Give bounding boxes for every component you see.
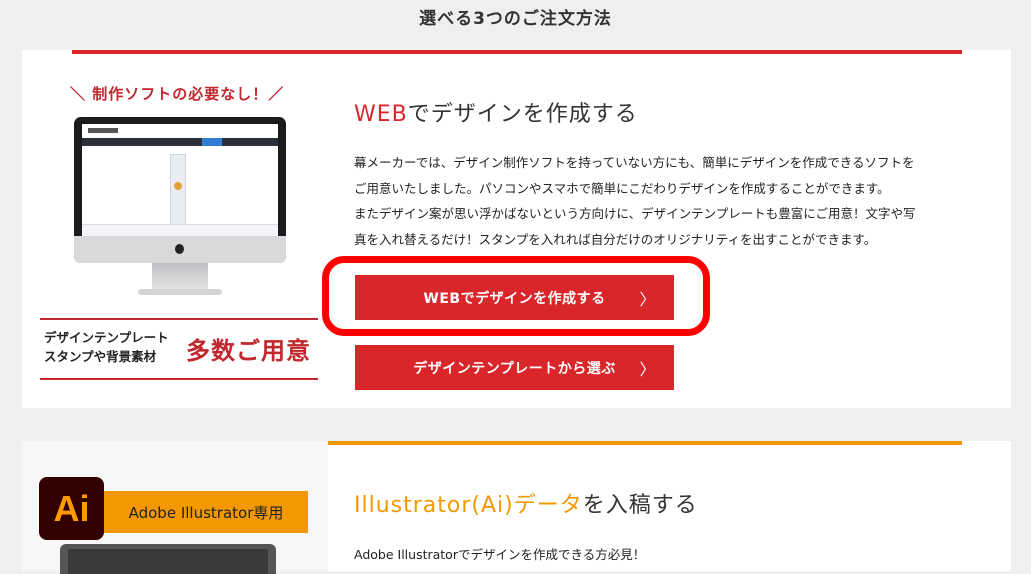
card-top-bar — [72, 50, 962, 54]
monitor-stand — [152, 263, 208, 291]
order-card-illustrator: Ai Adobe Illustrator専用 Illustrator(Ai)デー… — [22, 441, 1011, 574]
screen-banner-mock — [170, 154, 186, 230]
heading-rest: でデザインを作成する — [407, 102, 638, 127]
order-card-web: ＼ 制作ソフトの必要なし！／ デザインテンプレート スタンプや背景素材 多数ご用… — [22, 50, 1011, 408]
highlight-box — [322, 256, 710, 336]
template-promo: デザインテンプレート スタンプや背景素材 多数ご用意 — [40, 318, 318, 380]
illustrator-logo-icon: Ai — [39, 477, 104, 540]
promo-line-2: スタンプや背景素材 — [44, 349, 157, 364]
desc-line: 真を入れ替えるだけ！スタンプを入れれば自分だけのオリジナリティを出すことができま… — [354, 231, 877, 247]
screen-logo — [88, 128, 118, 133]
illustrator-label: Adobe Illustrator専用 — [104, 491, 308, 533]
monitor-illustration — [74, 117, 286, 297]
button-label: デザインテンプレートから選ぶ — [413, 360, 616, 377]
desc-line: ご用意いたしました。パソコンやスマホで簡単にこだわりデザインを作成することができ… — [354, 180, 890, 196]
choose-template-button[interactable]: デザインテンプレートから選ぶ 〉 — [355, 345, 674, 390]
card-description: 幕メーカーでは、デザイン制作ソフトを持っていない方にも、簡単にデザインを作成でき… — [354, 150, 994, 252]
screen-nav — [82, 138, 278, 146]
section-title: 選べる3つのご注文方法 — [419, 9, 612, 29]
promo-text: デザインテンプレート スタンプや背景素材 — [44, 328, 169, 366]
illustrator-visual: Ai Adobe Illustrator専用 — [22, 441, 328, 574]
apple-logo-icon — [175, 244, 184, 254]
promo-highlight: 多数ご用意 — [186, 337, 311, 365]
laptop-screen — [68, 549, 268, 574]
card-description: Adobe Illustratorでデザインを作成できる方必見！ — [354, 547, 646, 562]
laptop-illustration — [60, 544, 276, 574]
monitor-base — [138, 289, 222, 295]
desc-line: 幕メーカーでは、デザイン制作ソフトを持っていない方にも、簡単にデザインを作成でき… — [354, 155, 915, 170]
heading-rest: を入稿する — [582, 493, 698, 518]
screen-nav-active — [202, 138, 222, 146]
no-software-badge: ＼ 制作ソフトの必要なし！／ — [70, 85, 285, 103]
monitor-frame — [74, 117, 286, 263]
monitor-screen — [82, 124, 278, 237]
screen-banner-dot — [174, 182, 182, 190]
card-heading: Illustrator(Ai)データを入稿する — [354, 487, 698, 519]
desc-line: またデザイン案が思い浮かばないという方向けに、デザインテンプレートも豊富にご用意… — [354, 206, 916, 221]
promo-line-1: デザインテンプレート — [44, 330, 169, 345]
heading-accent: WEB — [354, 102, 408, 127]
chevron-right-icon: 〉 — [639, 359, 656, 379]
card-heading: WEBでデザインを作成する — [354, 96, 638, 128]
heading-accent: Illustrator(Ai)データ — [354, 493, 583, 518]
